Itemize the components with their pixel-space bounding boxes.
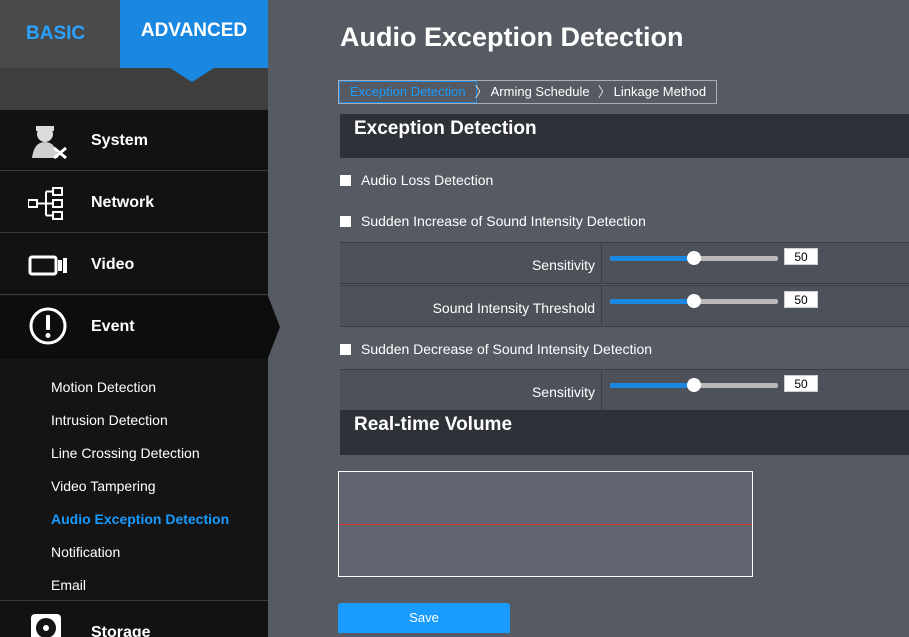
tab-label: Linkage Method <box>613 84 707 99</box>
sudden-decrease-label: Sudden Decrease of Sound Intensity Detec… <box>361 341 653 357</box>
sound-intensity-threshold-label: Sound Intensity Threshold <box>340 286 602 326</box>
sidebar: BASIC ADVANCED System Network Video Even… <box>0 0 268 637</box>
tab-label: Arming Schedule <box>490 84 590 99</box>
decrease-sensitivity-value[interactable]: 50 <box>784 375 818 392</box>
tab-basic[interactable]: BASIC <box>0 0 120 68</box>
nav-item-storage[interactable]: Storage <box>0 600 268 637</box>
section-header-exception-detection: Exception Detection <box>340 114 909 158</box>
slider-fill <box>610 383 694 388</box>
storage-disk-icon <box>28 613 68 637</box>
system-tools-icon <box>28 122 68 160</box>
active-tab-pointer <box>170 68 214 82</box>
sound-intensity-threshold-value[interactable]: 50 <box>784 291 818 308</box>
submenu-item-line-crossing-detection[interactable]: Line Crossing Detection <box>51 445 200 461</box>
page-title: Audio Exception Detection <box>340 22 684 52</box>
main-content: Audio Exception Detection Exception Dete… <box>268 0 909 637</box>
decrease-sensitivity-label: Sensitivity <box>340 370 602 410</box>
chevron-right-icon: 〉 <box>474 84 489 100</box>
audio-loss-row: Audio Loss Detection <box>340 160 909 200</box>
slider-thumb[interactable] <box>687 294 701 308</box>
audio-loss-label: Audio Loss Detection <box>361 172 494 188</box>
submenu-item-motion-detection[interactable]: Motion Detection <box>51 379 156 395</box>
sudden-decrease-row: Sudden Decrease of Sound Intensity Detec… <box>340 329 909 369</box>
tab-arming-schedule[interactable]: 〉 Arming Schedule <box>474 81 600 103</box>
submenu-item-email[interactable]: Email <box>51 577 86 593</box>
nav-item-label: Network <box>91 194 155 211</box>
sudden-decrease-checkbox[interactable] <box>340 343 351 355</box>
submenu-item-intrusion-detection[interactable]: Intrusion Detection <box>51 412 168 428</box>
tab-advanced[interactable]: ADVANCED <box>120 0 268 68</box>
increase-sensitivity-row: Sensitivity 50 <box>340 242 909 284</box>
sound-intensity-threshold-slider[interactable] <box>610 294 778 308</box>
nav-item-label: Video <box>91 256 135 273</box>
nav-item-network[interactable]: Network <box>0 172 268 233</box>
decrease-sensitivity-row: Sensitivity 50 <box>340 369 909 411</box>
nav-item-label: Event <box>91 318 135 335</box>
section-header-real-time-volume: Real-time Volume <box>340 410 909 455</box>
sudden-increase-row: Sudden Increase of Sound Intensity Detec… <box>340 201 909 241</box>
sudden-increase-checkbox[interactable] <box>340 215 351 227</box>
tab-exception-detection[interactable]: Exception Detection <box>339 81 477 103</box>
slider-fill <box>610 299 694 304</box>
nav-item-label: System <box>91 132 148 149</box>
alert-icon <box>28 306 68 345</box>
submenu-item-video-tampering[interactable]: Video Tampering <box>51 478 156 494</box>
decrease-sensitivity-slider[interactable] <box>610 378 778 392</box>
submenu-item-notification[interactable]: Notification <box>51 544 120 560</box>
volume-level-line <box>339 524 752 525</box>
slider-thumb[interactable] <box>687 251 701 265</box>
breadcrumb: Exception Detection 〉 Arming Schedule 〉 … <box>338 80 718 104</box>
save-button[interactable]: Save <box>338 603 510 633</box>
increase-sensitivity-slider[interactable] <box>610 251 778 265</box>
increase-sensitivity-label: Sensitivity <box>340 243 602 283</box>
nav-item-event[interactable]: Event <box>0 296 268 359</box>
nav-item-label: Storage <box>91 624 151 637</box>
sound-intensity-threshold-row: Sound Intensity Threshold 50 <box>340 285 909 327</box>
active-nav-pointer <box>268 296 280 358</box>
nav-item-video[interactable]: Video <box>0 234 268 295</box>
chevron-right-icon: 〉 <box>597 84 612 100</box>
submenu-item-audio-exception-detection[interactable]: Audio Exception Detection <box>51 511 229 527</box>
sidebar-subheader <box>0 68 268 110</box>
slider-fill <box>610 256 694 261</box>
audio-loss-checkbox[interactable] <box>340 174 351 186</box>
real-time-volume-graph <box>338 471 753 577</box>
tab-linkage-method[interactable]: 〉 Linkage Method <box>597 81 717 103</box>
network-icon <box>27 184 68 222</box>
increase-sensitivity-value[interactable]: 50 <box>784 248 818 265</box>
video-camera-icon <box>28 246 68 284</box>
mode-tabs: BASIC ADVANCED <box>0 0 268 68</box>
sudden-increase-label: Sudden Increase of Sound Intensity Detec… <box>361 213 646 229</box>
nav-item-system[interactable]: System <box>0 110 268 171</box>
slider-thumb[interactable] <box>687 378 701 392</box>
